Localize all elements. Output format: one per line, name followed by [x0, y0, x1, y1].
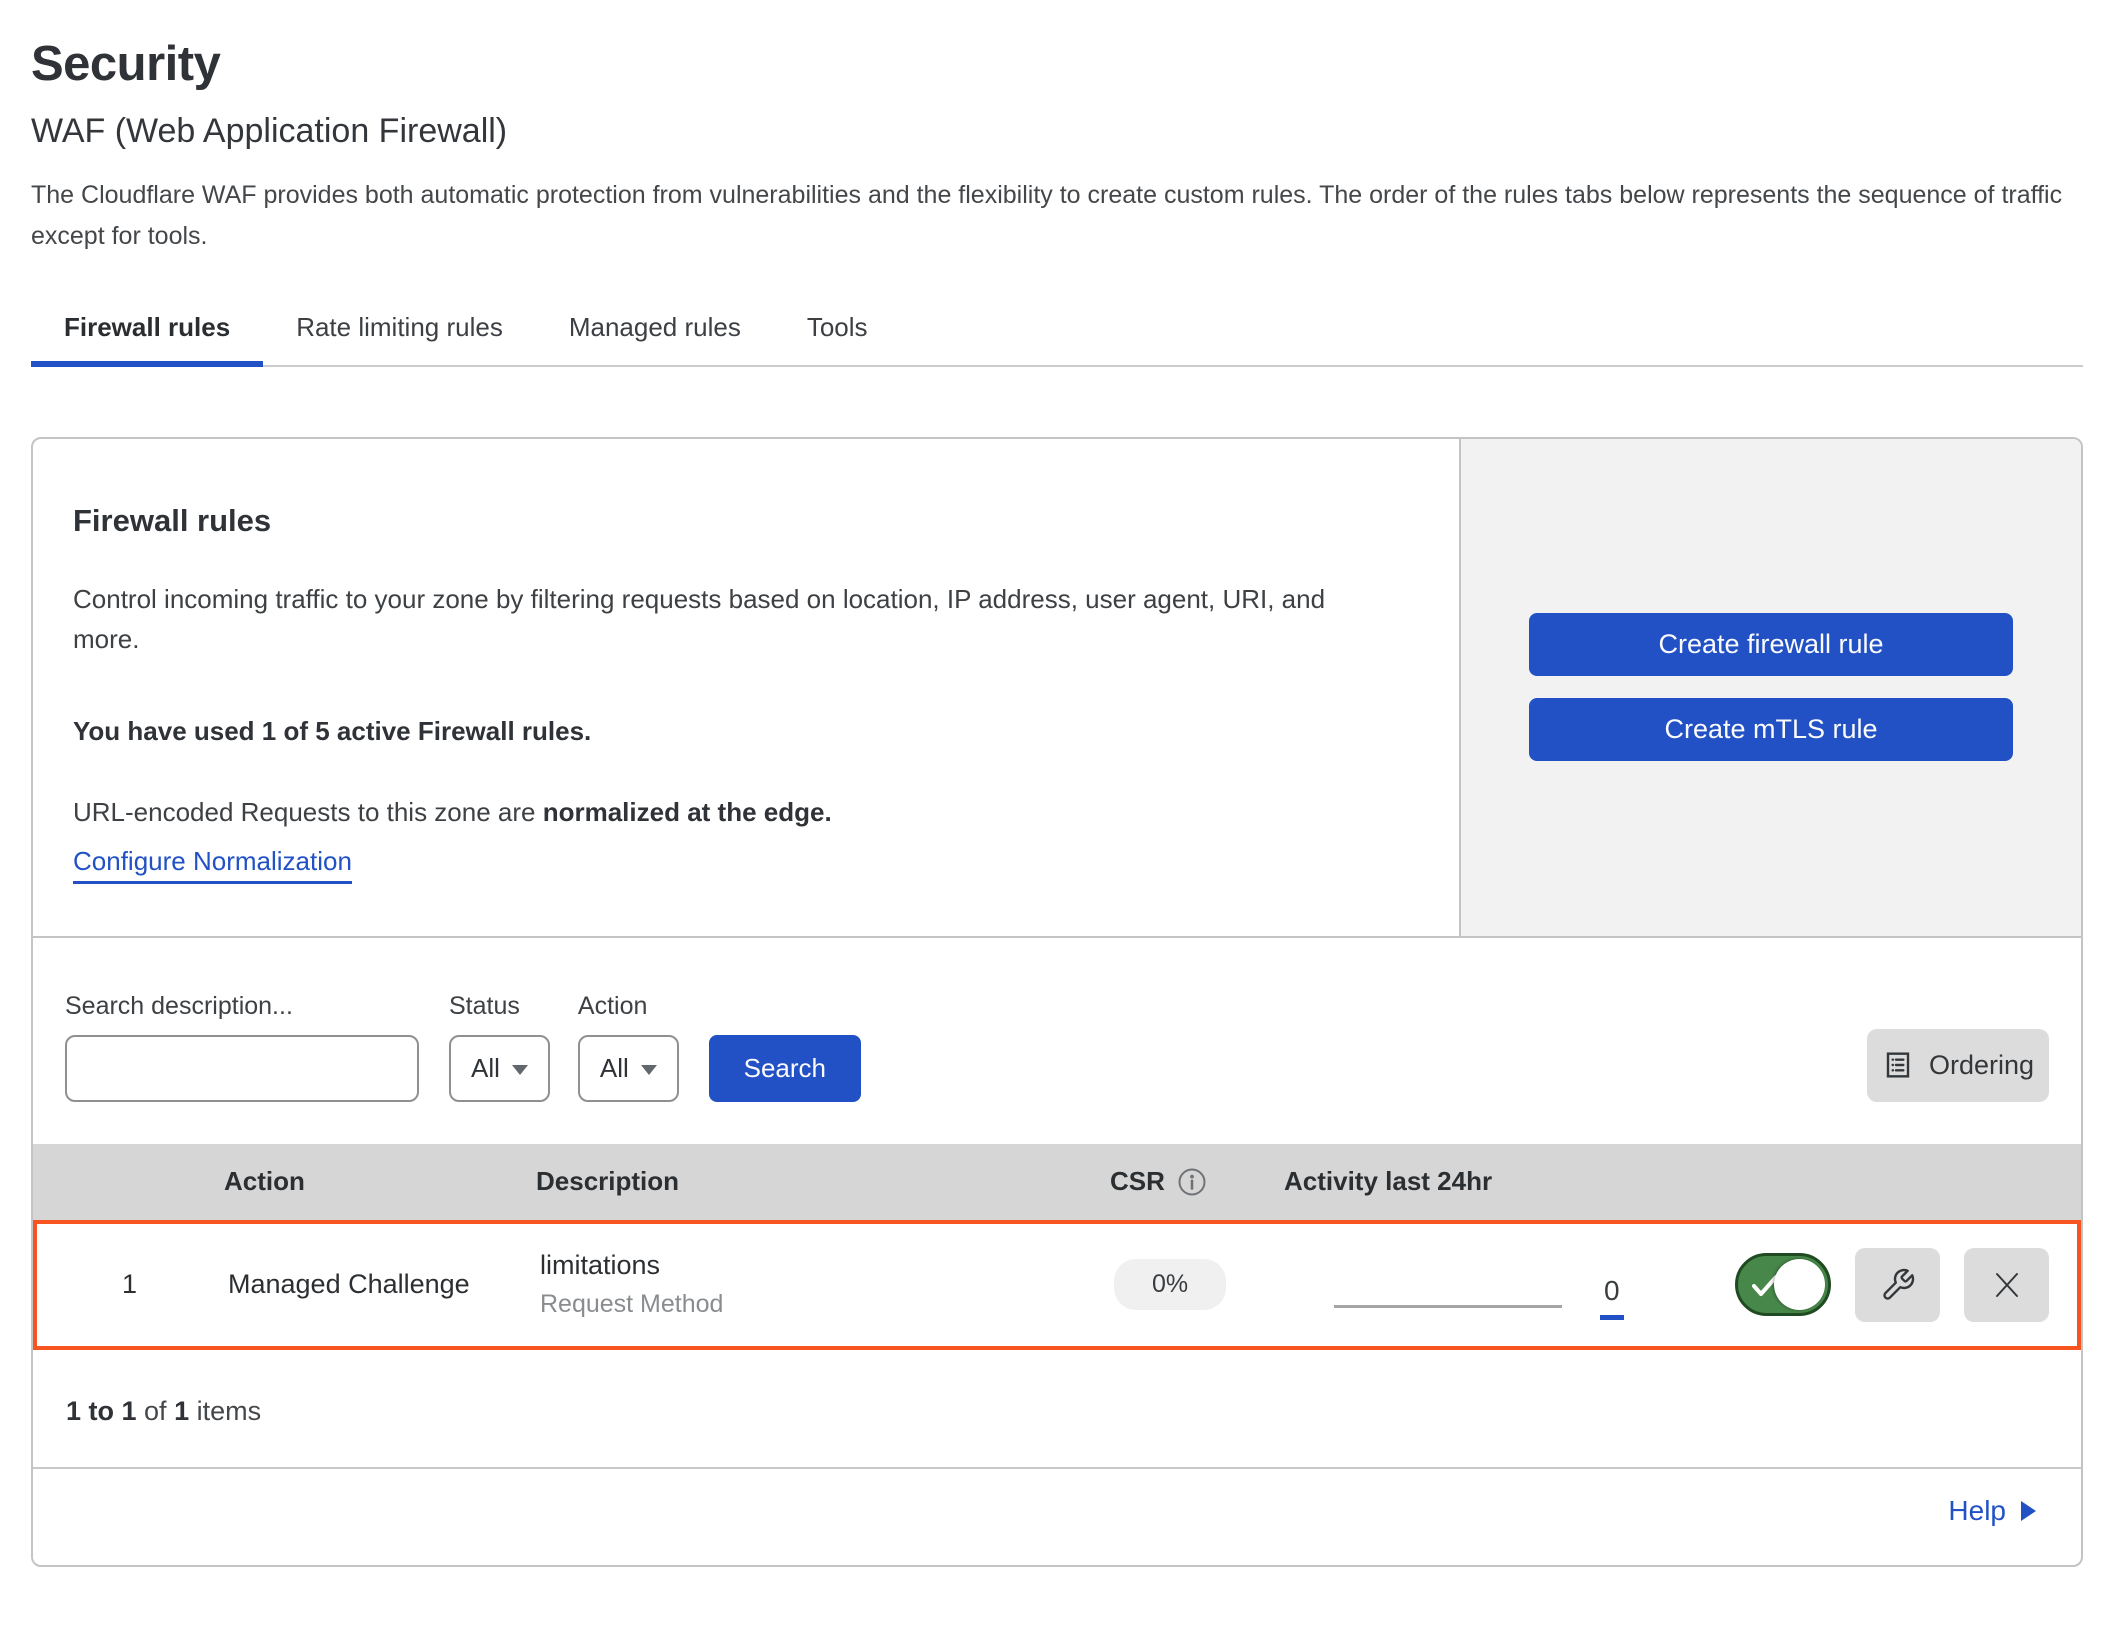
- tab-rate-limiting-rules[interactable]: Rate limiting rules: [263, 302, 536, 367]
- page-title: Security: [31, 0, 2083, 92]
- usage-summary: You have used 1 of 5 active Firewall rul…: [73, 716, 1399, 747]
- arrow-right-icon: [2020, 1500, 2037, 1522]
- status-filter-group: Status All: [449, 992, 550, 1102]
- action-selected-value: All: [600, 1053, 629, 1084]
- normalization-bold: normalized at the edge.: [543, 797, 832, 827]
- wrench-icon: [1880, 1267, 1916, 1303]
- tab-firewall-rules[interactable]: Firewall rules: [31, 302, 263, 367]
- configure-normalization-link[interactable]: Configure Normalization: [73, 846, 352, 884]
- action-label: Action: [578, 992, 679, 1021]
- chevron-down-icon: [641, 1065, 657, 1075]
- help-link[interactable]: Help: [1948, 1495, 2037, 1527]
- rule-description-cell: limitations Request Method: [540, 1250, 1098, 1319]
- table-row: 1 Managed Challenge limitations Request …: [33, 1220, 2081, 1350]
- card-top-section: Firewall rules Control incoming traffic …: [33, 439, 2081, 938]
- toggle-knob: [1774, 1259, 1825, 1310]
- action-filter-group: Action All: [578, 992, 679, 1102]
- search-label: Search description...: [65, 992, 419, 1021]
- firewall-rules-info: Firewall rules Control incoming traffic …: [33, 439, 1459, 936]
- help-row: Help: [33, 1469, 2081, 1565]
- ordering-button-label: Ordering: [1929, 1050, 2034, 1081]
- normalization-text: URL-encoded Requests to this zone are: [73, 797, 543, 827]
- items-total: 1: [174, 1396, 189, 1426]
- items-range: 1 to 1: [66, 1396, 137, 1426]
- delete-rule-button[interactable]: [1964, 1248, 2049, 1322]
- status-selected-value: All: [471, 1053, 500, 1084]
- info-icon[interactable]: [1177, 1167, 1207, 1197]
- ordering-button[interactable]: Ordering: [1867, 1029, 2049, 1102]
- close-icon: [1991, 1269, 2023, 1301]
- header-activity: Activity last 24hr: [1269, 1166, 1731, 1197]
- help-label: Help: [1948, 1495, 2006, 1527]
- firewall-rules-card: Firewall rules Control incoming traffic …: [31, 437, 2083, 1567]
- rule-csr-cell: 0%: [1098, 1259, 1273, 1310]
- chevron-down-icon: [512, 1065, 528, 1075]
- card-actions-panel: Create firewall rule Create mTLS rule: [1459, 439, 2081, 936]
- activity-count-link[interactable]: 0: [1600, 1275, 1624, 1320]
- items-suffix: items: [189, 1396, 261, 1426]
- create-mtls-rule-button[interactable]: Create mTLS rule: [1529, 698, 2013, 761]
- security-waf-page: Security WAF (Web Application Firewall) …: [0, 0, 2114, 1567]
- page-description: The Cloudflare WAF provides both automat…: [31, 175, 2083, 256]
- action-select[interactable]: All: [578, 1035, 679, 1102]
- rules-table-header: Action Description CSR Activity last 24h…: [33, 1144, 2081, 1220]
- status-select[interactable]: All: [449, 1035, 550, 1102]
- search-input[interactable]: [101, 1037, 423, 1100]
- filter-bar: Search description... Status All: [33, 938, 2081, 1144]
- normalization-note: URL-encoded Requests to this zone are no…: [73, 797, 1399, 828]
- create-firewall-rule-button[interactable]: Create firewall rule: [1529, 613, 2013, 676]
- rule-description-sub: Request Method: [540, 1290, 1098, 1319]
- items-count: 1 to 1 of 1 items: [33, 1350, 2081, 1469]
- rule-priority: 1: [37, 1269, 222, 1300]
- tab-managed-rules[interactable]: Managed rules: [536, 302, 774, 367]
- header-description: Description: [536, 1166, 1094, 1197]
- status-label: Status: [449, 992, 550, 1021]
- rule-description: limitations: [540, 1250, 1098, 1281]
- csr-badge: 0%: [1114, 1259, 1226, 1310]
- search-box[interactable]: [65, 1035, 419, 1102]
- rule-controls: [1735, 1248, 2077, 1322]
- panel-heading: Firewall rules: [73, 503, 1399, 539]
- search-filter-group: Search description...: [65, 992, 419, 1102]
- waf-tabs: Firewall rules Rate limiting rules Manag…: [31, 302, 2083, 367]
- rule-activity-cell: 0: [1273, 1224, 1735, 1346]
- tab-tools[interactable]: Tools: [774, 302, 901, 367]
- items-of: of: [137, 1396, 175, 1426]
- header-action: Action: [218, 1166, 536, 1197]
- rule-enabled-toggle[interactable]: [1735, 1253, 1831, 1316]
- activity-sparkline: [1334, 1305, 1562, 1308]
- page-subtitle: WAF (Web Application Firewall): [31, 112, 2083, 151]
- header-csr: CSR: [1094, 1166, 1269, 1197]
- edit-rule-button[interactable]: [1855, 1248, 1940, 1322]
- panel-description: Control incoming traffic to your zone by…: [73, 579, 1383, 660]
- ordering-list-icon: [1882, 1049, 1914, 1081]
- header-csr-label: CSR: [1110, 1166, 1165, 1197]
- search-button[interactable]: Search: [709, 1035, 861, 1102]
- rule-action: Managed Challenge: [222, 1269, 540, 1300]
